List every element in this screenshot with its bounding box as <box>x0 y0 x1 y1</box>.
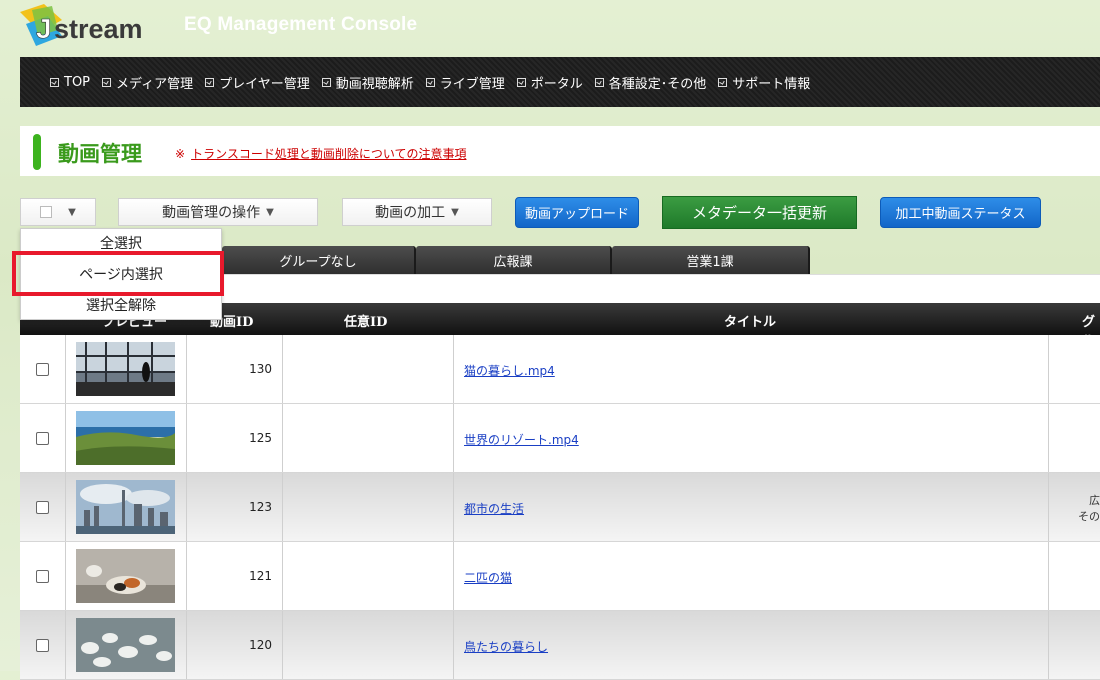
video-ops-dropdown[interactable]: 動画管理の操作 ▼ <box>118 198 318 226</box>
table-row: 125 世界のリゾート.mp4 <box>20 404 1100 473</box>
video-id: 121 <box>249 569 272 583</box>
checkbox-icon <box>718 77 728 87</box>
city-icon[interactable] <box>76 480 175 534</box>
col-custom-id[interactable]: 任意ID <box>344 311 387 330</box>
cats-icon[interactable] <box>76 549 175 603</box>
col-title[interactable]: タイトル <box>724 311 776 330</box>
tab-pr[interactable]: 広報課 <box>416 246 612 274</box>
notice-link[interactable]: トランスコード処理と動画削除についての注意事項 <box>191 147 466 161</box>
svg-text:J: J <box>36 13 52 44</box>
video-id: 120 <box>249 638 272 652</box>
checkbox-icon <box>40 206 53 218</box>
caret-down-icon: ▼ <box>451 206 459 218</box>
checkbox-icon <box>425 77 435 87</box>
checkbox-icon <box>321 77 331 87</box>
birds-icon[interactable] <box>76 618 175 672</box>
upload-button[interactable]: 動画アップロード <box>515 197 639 228</box>
row-checkbox[interactable] <box>36 363 49 376</box>
metadata-bulk-update-button[interactable]: メタデータ一括更新 <box>662 196 857 229</box>
page-title: 動画管理 <box>58 142 142 166</box>
nav-top[interactable]: TOP <box>50 75 90 90</box>
page-heading: 動画管理 ※ トランスコード処理と動画削除についての注意事項 <box>20 126 1100 176</box>
coast-icon[interactable] <box>76 411 175 465</box>
video-title-link[interactable]: 二匹の猫 <box>464 569 512 586</box>
nav-analytics[interactable]: 動画視聴解析 <box>321 73 414 92</box>
nav-support[interactable]: サポート情報 <box>718 73 810 92</box>
nav-portal[interactable]: ポータル <box>516 73 583 92</box>
nav-media[interactable]: メディア管理 <box>102 73 193 92</box>
nav-live[interactable]: ライブ管理 <box>425 73 505 92</box>
checkbox-icon <box>516 77 526 87</box>
row-checkbox[interactable] <box>36 639 49 652</box>
checkbox-icon <box>50 77 59 87</box>
notice: ※ トランスコード処理と動画削除についての注意事項 <box>175 147 467 161</box>
bulk-select-menu: 全選択 ページ内選択 選択全解除 <box>20 228 222 320</box>
jstream-logo: J stream <box>20 4 143 46</box>
video-group: 広 その <box>1078 494 1100 523</box>
airport-icon[interactable] <box>76 342 175 396</box>
video-id: 123 <box>249 500 272 514</box>
table-row: 123 都市の生活 広 その <box>20 473 1100 542</box>
table-row: 130 猫の暮らし.mp4 <box>20 335 1100 404</box>
video-title-link[interactable]: 猫の暮らし.mp4 <box>464 362 555 379</box>
video-processing-dropdown[interactable]: 動画の加工 ▼ <box>342 198 492 226</box>
menu-select-page[interactable]: ページ内選択 <box>21 264 221 284</box>
table-row: 120 鳥たちの暮らし <box>20 611 1100 680</box>
heading-accent-bar <box>33 134 41 170</box>
tab-sales1[interactable]: 営業1課 <box>612 246 810 274</box>
checkbox-icon <box>102 77 112 87</box>
nav-player[interactable]: プレイヤー管理 <box>205 73 310 92</box>
bulk-select-dropdown[interactable]: ▼ <box>20 198 96 226</box>
video-title-link[interactable]: 鳥たちの暮らし <box>464 638 548 655</box>
checkbox-icon <box>205 77 215 87</box>
table-row: 121 二匹の猫 <box>20 542 1100 611</box>
main-nav: TOP メディア管理 プレイヤー管理 動画視聴解析 ライブ管理 ポータル 各種設… <box>20 57 1100 107</box>
menu-select-all[interactable]: 全選択 <box>21 233 221 253</box>
video-title-link[interactable]: 都市の生活 <box>464 500 524 517</box>
video-id: 130 <box>249 362 272 376</box>
group-tabs: グループなし 広報課 営業1課 <box>222 246 810 274</box>
row-checkbox[interactable] <box>36 432 49 445</box>
video-title-link[interactable]: 世界のリゾート.mp4 <box>464 431 579 448</box>
caret-down-icon: ▼ <box>68 206 76 218</box>
row-checkbox[interactable] <box>36 570 49 583</box>
svg-text:stream: stream <box>54 14 143 44</box>
menu-deselect-all[interactable]: 選択全解除 <box>21 295 221 315</box>
tab-no-group[interactable]: グループなし <box>222 246 416 274</box>
caret-down-icon: ▼ <box>266 206 274 218</box>
row-checkbox[interactable] <box>36 501 49 514</box>
nav-settings[interactable]: 各種設定･その他 <box>594 73 706 92</box>
checkbox-icon <box>594 77 604 87</box>
processing-status-button[interactable]: 加工中動画ステータス <box>880 197 1041 228</box>
app-title: EQ Management Console <box>184 14 418 35</box>
video-id: 125 <box>249 431 272 445</box>
